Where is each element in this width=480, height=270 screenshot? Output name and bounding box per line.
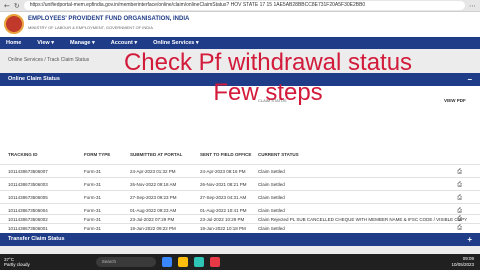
header-current-status: CURRENT STATUS: [258, 152, 299, 157]
clock-date: 10/05/2023: [451, 262, 474, 267]
current-status: Claim Settled: [258, 226, 285, 231]
submitted-at: 27-Sep-2023 09:23 PM: [130, 195, 177, 200]
submitted-at: 26-Nov-2022 09:18 AM: [130, 182, 177, 187]
system-clock[interactable]: 09:09 10/05/2023: [451, 256, 474, 268]
print-icon[interactable]: ⎙: [457, 168, 462, 176]
folder-app-icon[interactable]: [177, 257, 188, 267]
header-tracking-id: TRACKING ID: [8, 152, 38, 157]
current-status: Claim Rejected PL SUB CANCELLED CHEQUE W…: [258, 217, 468, 222]
url-field[interactable]: https://unifiedportal-mem.epfindia.gov.i…: [23, 1, 465, 10]
submitted-at: 01-Aug-2022 09:23 AM: [130, 208, 177, 213]
sent-at: 26-Nov-2021 08:21 PM: [200, 182, 247, 187]
table-row: 1011438673506007 Form-31 24-Apr-2023 01:…: [0, 164, 480, 177]
current-status: Claim Settled: [258, 208, 285, 213]
submitted-at: 19-Jun-2022 09:22 PM: [130, 226, 176, 231]
print-icon[interactable]: ⎙: [457, 181, 462, 189]
table-row: 1011438673506001 Form-31 19-Jun-2022 09:…: [0, 223, 480, 232]
form-type: Form-31: [84, 195, 102, 200]
form-type: Form-31: [84, 226, 102, 231]
transfer-claim-status-header[interactable]: Transfer Claim Status +: [0, 233, 480, 246]
submitted-at: 24-Apr-2023 01:32 PM: [130, 169, 176, 174]
menu-view[interactable]: View ▾: [37, 40, 54, 46]
header-sent: SENT TO FIELD OFFICE: [200, 152, 252, 157]
windows-taskbar: 37°C Partly cloudy Search 09:09 10/05/20…: [0, 254, 480, 270]
submitted-at: 23-Jul-2022 07:29 PM: [130, 217, 175, 222]
sent-at: 24-Apr-2023 08:16 PM: [200, 169, 246, 174]
form-type: Form-31: [84, 169, 102, 174]
refresh-icon[interactable]: ↻: [14, 2, 20, 10]
form-type: Form-31: [84, 208, 102, 213]
print-icon[interactable]: ⎙: [457, 194, 462, 202]
table-continuation: 1011438673506002 Form-31 23-Jul-2022 07:…: [0, 214, 480, 233]
table-row: 1011438673506002 Form-31 23-Jul-2022 07:…: [0, 214, 480, 223]
sent-at: 27-Sep-2023 04:31 AM: [200, 195, 247, 200]
epfo-logo: [4, 14, 24, 34]
tracking-id: 1011438673506001: [8, 226, 48, 231]
expand-icon[interactable]: +: [467, 233, 472, 246]
overlay-subtitle: Few steps: [213, 79, 323, 106]
sent-at: 23-Jul-2022 10:29 PM: [200, 217, 245, 222]
header-submitted: SUBMITTED AT PORTAL: [130, 152, 183, 157]
overlay-title: Check Pf withdrawal status: [123, 49, 413, 76]
tracking-id: 1011438673506003: [8, 182, 48, 187]
menu-dots-icon[interactable]: ⋯: [469, 2, 476, 10]
sent-at: 01-Aug-2022 10:41 PM: [200, 208, 247, 213]
table-row: 1011438673506005 Form-31 27-Sep-2023 09:…: [0, 190, 480, 203]
print-icon[interactable]: ⎙: [457, 215, 462, 223]
tracking-id: 1011438673506007: [8, 169, 48, 174]
browser-address-bar: ← ↻ https://unifiedportal-mem.epfindia.g…: [0, 0, 480, 12]
browser-app-icon[interactable]: [161, 257, 172, 267]
menu-online-services[interactable]: Online Services ▾: [153, 40, 199, 46]
print-icon[interactable]: ⎙: [457, 224, 462, 232]
current-status: Claim Settled: [258, 169, 285, 174]
table-row: 1011438673506003 Form-31 26-Nov-2022 09:…: [0, 177, 480, 190]
taskbar-search[interactable]: Search: [95, 257, 156, 267]
current-status: Claim Settled: [258, 195, 285, 200]
sent-at: 19-Jun-2022 10:18 PM: [200, 226, 246, 231]
menu-manage[interactable]: Manage ▾: [70, 40, 95, 46]
ministry-name: MINISTRY OF LABOUR & EMPLOYMENT, GOVERNM…: [28, 25, 153, 30]
org-name: EMPLOYEES' PROVIDENT FUND ORGANISATION, …: [28, 16, 190, 22]
transfer-title: Transfer Claim Status: [8, 236, 65, 242]
weather-desc: Partly cloudy: [4, 262, 30, 267]
tracking-id: 1011438673506004: [8, 208, 48, 213]
edge-app-icon[interactable]: [193, 257, 204, 267]
site-header: EMPLOYEES' PROVIDENT FUND ORGANISATION, …: [0, 12, 480, 37]
youtube-app-icon[interactable]: [209, 257, 220, 267]
form-type: Form-31: [84, 217, 102, 222]
tracking-id: 1011438673506005: [8, 195, 48, 200]
menu-account[interactable]: Account ▾: [111, 40, 137, 46]
tracking-id: 1011438673506002: [8, 217, 48, 222]
form-type: Form-31: [84, 182, 102, 187]
current-status: Claim Settled: [258, 182, 285, 187]
weather-widget[interactable]: 37°C Partly cloudy: [4, 257, 30, 267]
back-icon[interactable]: ←: [4, 2, 10, 10]
header-form-type: FORM TYPE: [84, 152, 111, 157]
menu-home[interactable]: Home: [6, 40, 21, 46]
main-menu: Home View ▾ Manage ▾ Account ▾ Online Se…: [0, 37, 480, 49]
